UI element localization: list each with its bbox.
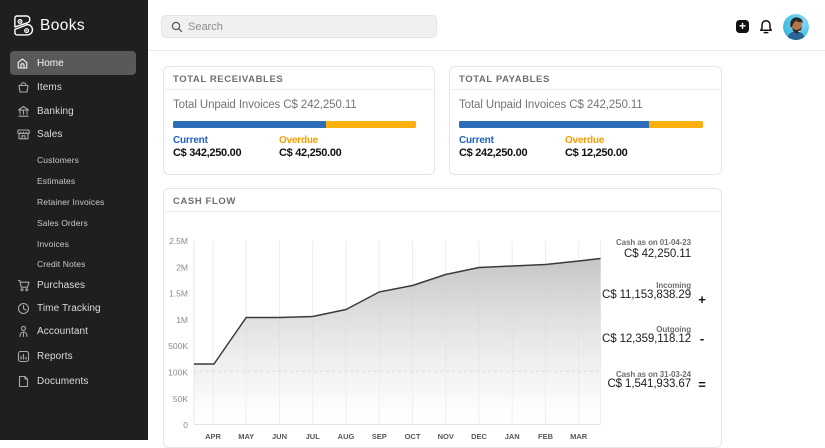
svg-text:0: 0	[183, 420, 188, 430]
svg-text:100K: 100K	[168, 368, 188, 378]
svg-text:2.5M: 2.5M	[169, 236, 188, 246]
svg-text:500K: 500K	[168, 341, 188, 351]
svg-text:50K: 50K	[173, 394, 188, 404]
svg-text:1M: 1M	[176, 315, 188, 325]
svg-text:2M: 2M	[176, 262, 188, 272]
svg-text:1.5M: 1.5M	[169, 289, 188, 299]
